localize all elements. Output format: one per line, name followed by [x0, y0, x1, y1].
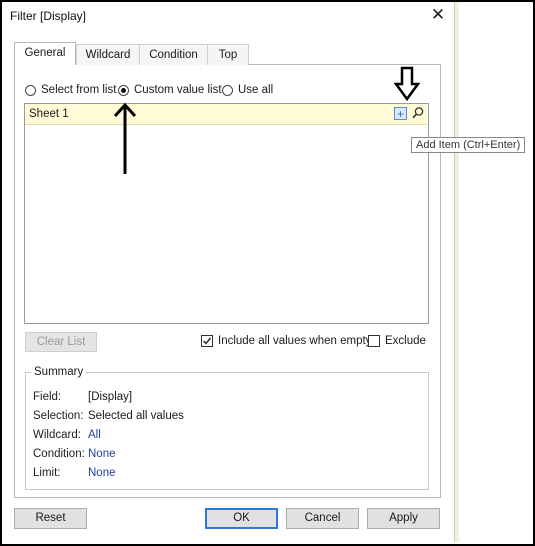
radio-dot: [121, 87, 126, 93]
summary-field-value: [Display]: [88, 391, 133, 403]
checkbox-label: Include all values when empty: [218, 335, 372, 347]
dialog-title: Filter [Display]: [10, 9, 87, 23]
checkbox-label: Exclude: [385, 335, 426, 347]
ok-button[interactable]: OK: [205, 508, 278, 529]
apply-button[interactable]: Apply: [367, 508, 440, 529]
tab-condition[interactable]: Condition: [139, 44, 208, 65]
reset-button[interactable]: Reset: [14, 508, 87, 529]
cancel-button[interactable]: Cancel: [286, 508, 359, 529]
value-input-text: Sheet 1: [29, 108, 69, 120]
summary-limit-label: Limit:: [33, 467, 61, 479]
summary-condition-label: Condition:: [33, 448, 85, 460]
radio-label: Select from list: [41, 84, 117, 96]
exclude-checkbox[interactable]: Exclude: [368, 335, 426, 347]
background-window-edge: [455, 2, 459, 542]
radio-circle: [25, 84, 36, 96]
checkmark-icon: [203, 337, 212, 345]
down-arrow-annotation-icon: [394, 66, 420, 102]
summary-group: [25, 372, 429, 490]
use-all-radio[interactable]: Use all: [222, 82, 273, 98]
radio-label: Custom value list: [134, 84, 222, 96]
search-icon[interactable]: [411, 106, 425, 120]
filter-dialog: Filter [Display] ✕ General Wildcard Cond…: [2, 2, 455, 542]
radio-label: Use all: [238, 84, 274, 96]
clear-list-button[interactable]: Clear List: [25, 332, 97, 352]
include-all-values-checkbox[interactable]: Include all values when empty: [201, 335, 371, 347]
summary-field-label: Field:: [33, 391, 62, 403]
custom-value-list-radio[interactable]: Custom value list: [118, 82, 222, 98]
summary-wildcard-label: Wildcard:: [33, 429, 81, 441]
screen-frame: Filter [Display] ✕ General Wildcard Cond…: [2, 2, 533, 544]
tab-wildcard[interactable]: Wildcard: [76, 44, 140, 65]
radio-circle: [222, 84, 233, 96]
summary-title: Summary: [31, 366, 87, 378]
select-from-list-radio[interactable]: Select from list: [25, 82, 116, 98]
summary-selection-value: Selected all values: [88, 410, 184, 422]
tab-general[interactable]: General: [14, 42, 76, 65]
tab-top[interactable]: Top: [207, 44, 249, 65]
up-arrow-annotation-icon: [113, 102, 137, 174]
summary-condition-link[interactable]: None: [88, 448, 116, 460]
close-icon[interactable]: ✕: [428, 5, 448, 25]
add-item-icon[interactable]: +: [394, 107, 407, 120]
summary-selection-label: Selection:: [33, 410, 84, 422]
add-item-tooltip: Add Item (Ctrl+Enter): [411, 137, 526, 153]
radio-circle-selected: [118, 84, 129, 96]
custom-value-list[interactable]: [24, 103, 429, 324]
checkbox-box: [368, 335, 380, 347]
summary-wildcard-link[interactable]: All: [88, 429, 101, 441]
summary-limit-link[interactable]: None: [88, 467, 116, 479]
value-input[interactable]: [25, 104, 427, 125]
checkbox-box-checked: [201, 335, 213, 347]
